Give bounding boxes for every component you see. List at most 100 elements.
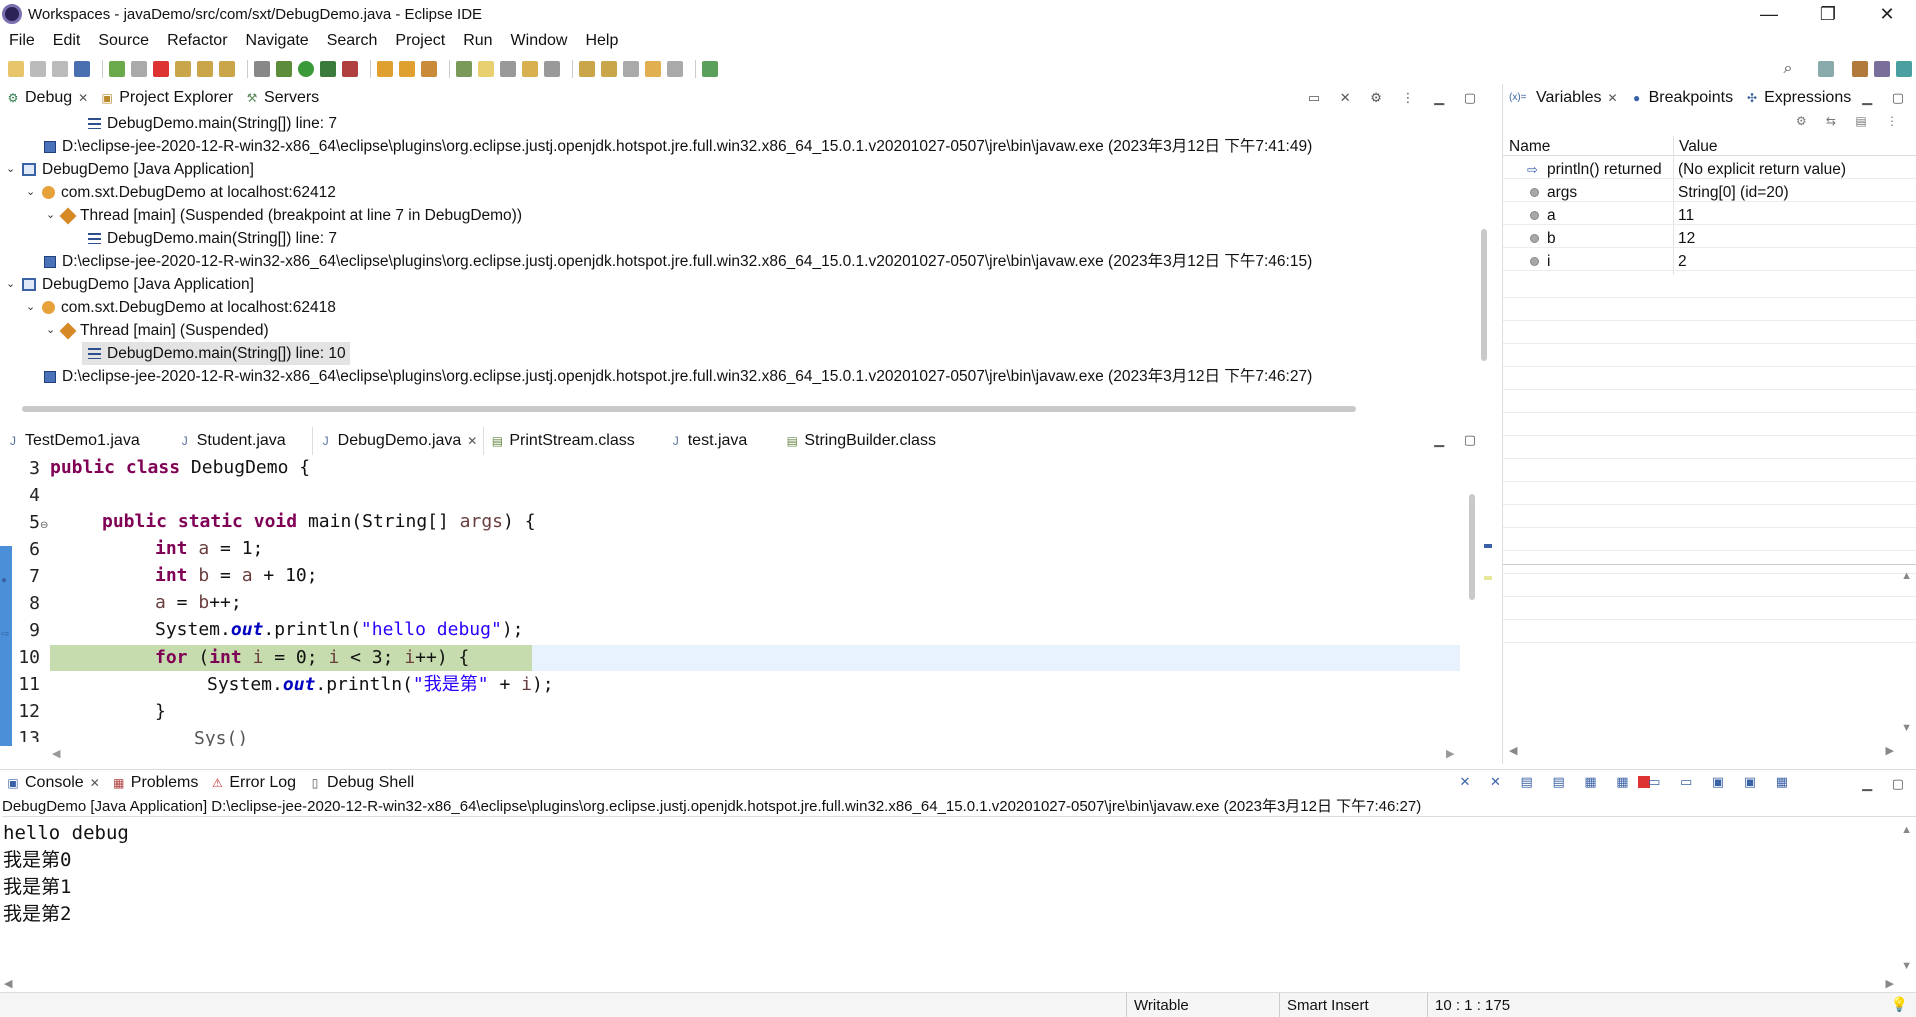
horizontal-scrollbar[interactable]	[22, 406, 1356, 412]
open-task-icon[interactable]	[421, 61, 437, 77]
maximize-button[interactable]: ❐	[1801, 0, 1855, 28]
collapse-icon[interactable]: ⌄	[6, 273, 18, 296]
next-annotation-icon[interactable]	[579, 61, 595, 77]
stack-frame-row[interactable]: DebugDemo.main(String[]) line: 7	[86, 227, 337, 250]
tab-printstream[interactable]: ▤ PrintStream.class	[484, 427, 640, 455]
launch-path-row[interactable]: D:\eclipse-jee-2020-12-R-win32-x86_64\ec…	[44, 135, 1312, 158]
menu-help[interactable]: Help	[585, 32, 618, 50]
annotation-ruler[interactable]	[0, 456, 14, 746]
collapse-icon[interactable]: ⌄	[46, 319, 58, 342]
suspend-icon[interactable]	[131, 61, 147, 77]
tab-stringbuilder[interactable]: ▤ StringBuilder.class	[779, 427, 942, 455]
tip-lightbulb-icon[interactable]: 💡	[1891, 996, 1908, 1013]
code-editor[interactable]: public class DebugDemo { public static v…	[50, 456, 1460, 746]
show-whitespace-icon[interactable]	[522, 61, 538, 77]
close-tab-icon[interactable]: ✕	[78, 91, 88, 105]
search-toolbar-icon[interactable]	[456, 61, 472, 77]
tab-error-log[interactable]: ⚠ Error Log	[204, 769, 302, 797]
external-tools-icon[interactable]	[342, 61, 358, 77]
tab-console[interactable]: ▣ Console ✕	[0, 769, 106, 797]
vertical-scrollbar[interactable]	[1481, 229, 1487, 361]
scroll-down-arrow[interactable]: ▼	[1901, 960, 1912, 972]
coverage-icon[interactable]	[320, 61, 336, 77]
launch-row[interactable]: ⌄ DebugDemo [Java Application]	[6, 273, 254, 296]
scroll-right-arrow[interactable]: ▶	[1886, 977, 1894, 990]
tab-servers[interactable]: ⚒ Servers	[239, 84, 325, 112]
tab-debugdemo[interactable]: J DebugDemo.java ✕	[311, 427, 485, 455]
debug-launch-icon[interactable]	[276, 61, 292, 77]
variable-row[interactable]: args String[0] (id=20)	[1503, 183, 1916, 202]
last-edit-location-icon[interactable]	[623, 61, 639, 77]
skip-breakpoints-icon[interactable]	[254, 61, 270, 77]
vm-row[interactable]: ⌄ com.sxt.DebugDemo at localhost:62418	[26, 296, 336, 319]
scroll-right-arrow[interactable]: ▶	[1886, 744, 1894, 757]
collapse-icon[interactable]: ⌄	[26, 181, 38, 204]
terminate-icon[interactable]	[153, 61, 169, 77]
java-perspective-icon[interactable]	[1874, 61, 1890, 77]
menu-file[interactable]: File	[9, 32, 35, 50]
variables-toolbar[interactable]: ⚙ ⇆ ▤ ⋮	[1796, 114, 1906, 128]
launch-path-row[interactable]: D:\eclipse-jee-2020-12-R-win32-x86_64\ec…	[44, 365, 1312, 388]
scroll-left-arrow[interactable]: ◀	[52, 747, 60, 760]
variable-row[interactable]: b 12	[1503, 229, 1916, 248]
scroll-left-arrow[interactable]: ◀	[1509, 744, 1517, 757]
previous-annotation-icon[interactable]	[601, 61, 617, 77]
menu-run[interactable]: Run	[463, 32, 492, 50]
close-tab-icon[interactable]: ✕	[1608, 91, 1618, 105]
thread-row[interactable]: ⌄ Thread [main] (Suspended)	[46, 319, 269, 342]
back-icon[interactable]	[645, 61, 661, 77]
search-icon[interactable]: ⌕	[1780, 61, 1796, 77]
scroll-up-arrow[interactable]: ▲	[1901, 570, 1912, 582]
column-name[interactable]: Name	[1509, 138, 1550, 156]
column-value[interactable]: Value	[1679, 138, 1718, 156]
selected-stack-frame-row[interactable]: DebugDemo.main(String[]) line: 10	[82, 342, 350, 365]
tab-variables[interactable]: (x)= Variables ✕	[1503, 84, 1624, 112]
view-toolbar[interactable]: ▁ ▢	[1862, 90, 1912, 106]
debug-perspective-icon[interactable]	[1896, 61, 1912, 77]
view-toolbar[interactable]: ▁ ▢	[1434, 432, 1484, 448]
scroll-down-arrow[interactable]: ▼	[1901, 722, 1912, 734]
console-toolbar[interactable]: ✕ ✕ ▤ ▤ ▦ ▦ ▭ ▭ ▣ ▣ ▦	[1460, 774, 1796, 790]
tab-project-explorer[interactable]: ▣ Project Explorer	[94, 84, 239, 112]
tab-student[interactable]: J Student.java	[172, 427, 292, 455]
variable-row[interactable]: ⇨ println() returned (No explicit return…	[1503, 160, 1916, 179]
step-over-icon[interactable]	[197, 61, 213, 77]
terminal-icon[interactable]	[74, 61, 90, 77]
menu-source[interactable]: Source	[98, 32, 149, 50]
java-ee-perspective-icon[interactable]	[1852, 61, 1868, 77]
menu-edit[interactable]: Edit	[53, 32, 81, 50]
menu-project[interactable]: Project	[395, 32, 445, 50]
variable-row[interactable]: i 2	[1503, 252, 1916, 271]
run-icon[interactable]	[298, 61, 314, 77]
step-into-icon[interactable]	[175, 61, 191, 77]
variable-row[interactable]: a 11	[1503, 206, 1916, 225]
view-toolbar[interactable]: ▁ ▢	[1862, 776, 1912, 792]
menu-window[interactable]: Window	[511, 32, 568, 50]
menu-refactor[interactable]: Refactor	[167, 32, 227, 50]
collapse-icon[interactable]: ⌄	[46, 204, 58, 227]
pin-editor-icon[interactable]	[702, 61, 718, 77]
scroll-right-arrow[interactable]: ▶	[1446, 747, 1454, 760]
tab-debug[interactable]: ⚙ Debug ✕	[0, 84, 94, 112]
fold-icon[interactable]: ⊖	[40, 520, 48, 531]
open-type-icon[interactable]	[399, 61, 415, 77]
save-icon[interactable]	[30, 61, 46, 77]
minimize-button[interactable]: —	[1742, 0, 1796, 28]
tab-problems[interactable]: ▦ Problems	[106, 769, 205, 797]
tab-test[interactable]: J test.java	[663, 427, 754, 455]
pilcrow-icon[interactable]	[544, 61, 560, 77]
overview-ruler-marker[interactable]	[1484, 576, 1492, 580]
scroll-up-arrow[interactable]: ▲	[1901, 824, 1912, 836]
breakpoint-icon[interactable]: ●	[1, 575, 7, 586]
toggle-mark-occurrences-icon[interactable]	[478, 61, 494, 77]
overview-ruler-marker[interactable]	[1484, 544, 1492, 548]
scroll-left-arrow[interactable]: ◀	[4, 977, 12, 990]
tab-breakpoints[interactable]: ● Breakpoints	[1624, 84, 1740, 112]
menu-navigate[interactable]: Navigate	[246, 32, 309, 50]
launch-path-row[interactable]: D:\eclipse-jee-2020-12-R-win32-x86_64\ec…	[44, 250, 1312, 273]
detail-divider[interactable]	[1503, 564, 1916, 565]
close-button[interactable]: ✕	[1860, 0, 1914, 28]
menu-search[interactable]: Search	[327, 32, 378, 50]
toggle-block-selection-icon[interactable]	[500, 61, 516, 77]
stack-frame-row[interactable]: DebugDemo.main(String[]) line: 7	[86, 112, 337, 135]
